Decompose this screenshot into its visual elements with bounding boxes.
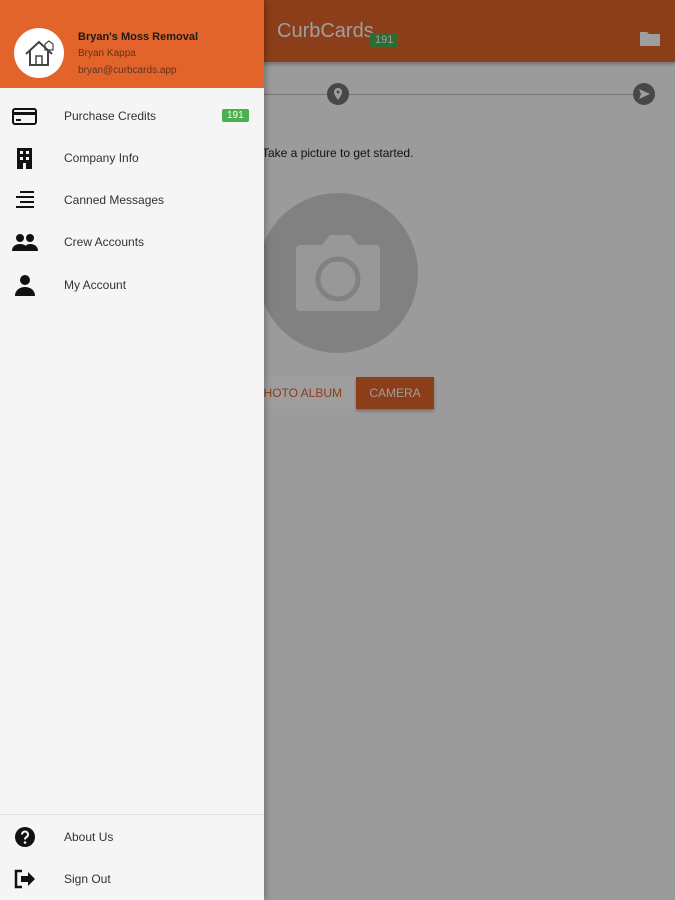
- menu-item-sign-out[interactable]: Sign Out: [0, 858, 264, 900]
- drawer-header: Bryan's Moss Removal Bryan Kappa bryan@c…: [0, 0, 264, 88]
- menu-item-label: Crew Accounts: [64, 235, 145, 249]
- message-list-icon: [16, 191, 34, 208]
- navigation-drawer: Bryan's Moss Removal Bryan Kappa bryan@c…: [0, 0, 264, 900]
- people-icon: [12, 234, 38, 251]
- menu-item-company-info[interactable]: Company Info: [0, 137, 264, 179]
- menu-item-label: Sign Out: [64, 872, 111, 886]
- drawer-divider: [0, 814, 264, 815]
- user-name: Bryan Kappa: [78, 48, 136, 59]
- house-logo-icon: [25, 40, 54, 66]
- credits-badge: 191: [222, 109, 249, 122]
- building-icon: [17, 148, 32, 169]
- menu-item-about-us[interactable]: About Us: [0, 816, 264, 858]
- company-name: Bryan's Moss Removal: [78, 31, 198, 43]
- credit-card-icon: [12, 108, 37, 125]
- menu-item-label: Purchase Credits: [64, 109, 157, 123]
- menu-item-label: About Us: [64, 830, 114, 844]
- sign-out-icon: [14, 869, 35, 889]
- user-email: bryan@curbcards.app: [78, 65, 177, 76]
- company-logo: [14, 28, 64, 78]
- help-icon: [15, 827, 35, 847]
- menu-item-label: My Account: [64, 278, 127, 292]
- menu-item-my-account[interactable]: My Account: [0, 264, 264, 306]
- menu-item-crew-accounts[interactable]: Crew Accounts: [0, 221, 264, 263]
- menu-item-purchase-credits[interactable]: Purchase Credits 191: [0, 95, 264, 137]
- menu-item-canned-messages[interactable]: Canned Messages: [0, 179, 264, 221]
- person-icon: [15, 275, 35, 296]
- menu-item-label: Canned Messages: [64, 193, 165, 207]
- menu-item-label: Company Info: [64, 151, 139, 165]
